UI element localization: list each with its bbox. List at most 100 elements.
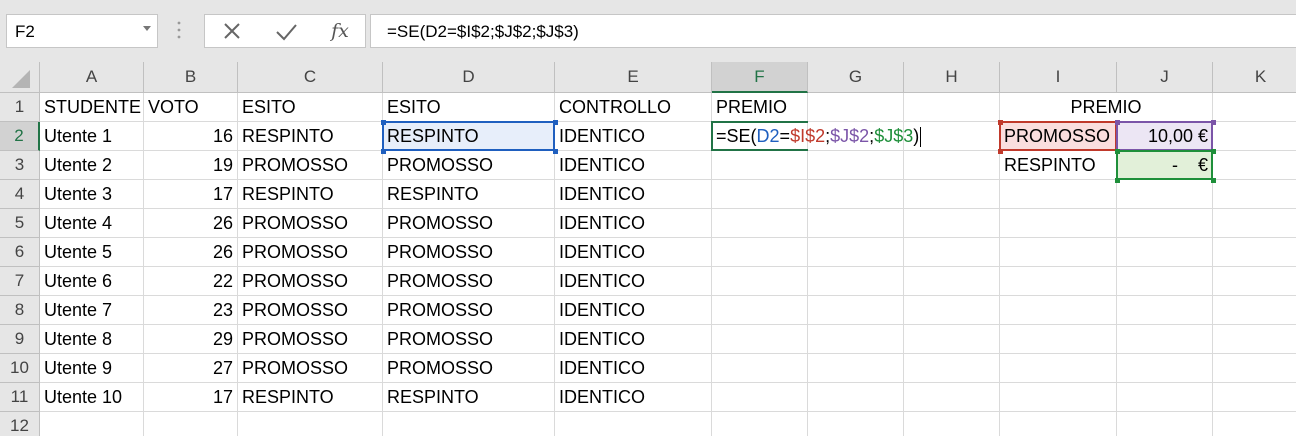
table-row-voto[interactable]: 19 <box>144 151 238 180</box>
cell-j8[interactable] <box>1117 296 1213 325</box>
cell-i10[interactable] <box>1000 354 1117 383</box>
row-header-5[interactable]: 5 <box>0 209 40 238</box>
table-row-voto[interactable]: 22 <box>144 267 238 296</box>
lookup-premio-respinto[interactable]: - € <box>1117 151 1213 180</box>
table-row-controllo[interactable]: IDENTICO <box>555 296 712 325</box>
cell-j9[interactable] <box>1117 325 1213 354</box>
table-row-controllo[interactable]: IDENTICO <box>555 151 712 180</box>
table-row-name[interactable]: Utente 4 <box>40 209 144 238</box>
cell-g12[interactable] <box>808 412 904 436</box>
row-header-9[interactable]: 9 <box>0 325 40 354</box>
lookup-premio-promosso[interactable]: 10,00 € <box>1117 122 1213 151</box>
table-row-esito[interactable]: RESPINTO <box>238 180 383 209</box>
table-row-voto[interactable]: 23 <box>144 296 238 325</box>
cell-f9[interactable] <box>712 325 808 354</box>
cancel-icon[interactable] <box>219 20 245 44</box>
cell-a12[interactable] <box>40 412 144 436</box>
table-row-esito-check[interactable]: PROMOSSO <box>383 151 555 180</box>
cell-h11[interactable] <box>904 383 1000 412</box>
cell-f6[interactable] <box>712 238 808 267</box>
cell-k9[interactable] <box>1213 325 1296 354</box>
table-row-voto[interactable]: 26 <box>144 209 238 238</box>
row-header-11[interactable]: 11 <box>0 383 40 412</box>
table-row-voto[interactable]: 17 <box>144 180 238 209</box>
table-row-voto[interactable]: 29 <box>144 325 238 354</box>
table-row-esito[interactable]: PROMOSSO <box>238 267 383 296</box>
cell-f1[interactable]: PREMIO <box>712 93 808 122</box>
table-row-esito-check[interactable]: RESPINTO <box>383 383 555 412</box>
check-icon[interactable] <box>273 20 299 44</box>
cell-k5[interactable] <box>1213 209 1296 238</box>
table-row-controllo[interactable]: IDENTICO <box>555 209 712 238</box>
cell-j7[interactable] <box>1117 267 1213 296</box>
cell-g3[interactable] <box>808 151 904 180</box>
table-row-esito[interactable]: RESPINTO <box>238 122 383 151</box>
cell-k1[interactable] <box>1213 93 1296 122</box>
cell-f3[interactable] <box>712 151 808 180</box>
table-row-voto[interactable]: 27 <box>144 354 238 383</box>
active-cell-editor[interactable]: =SE(D2=$I$2;$J$2;$J$3) <box>712 122 922 151</box>
cell-g7[interactable] <box>808 267 904 296</box>
table-row-esito[interactable]: PROMOSSO <box>238 354 383 383</box>
formula-input[interactable]: =SE(D2=$I$2;$J$2;$J$3) <box>370 14 1296 48</box>
cell-h1[interactable] <box>904 93 1000 122</box>
table-row-esito-check[interactable]: PROMOSSO <box>383 325 555 354</box>
table-row-esito[interactable]: PROMOSSO <box>238 296 383 325</box>
cell-c12[interactable] <box>238 412 383 436</box>
row-header-7[interactable]: 7 <box>0 267 40 296</box>
cell-a1[interactable]: STUDENTE <box>40 93 144 122</box>
cell-g1[interactable] <box>808 93 904 122</box>
row-header-4[interactable]: 4 <box>0 180 40 209</box>
cell-g5[interactable] <box>808 209 904 238</box>
cell-b1[interactable]: VOTO <box>144 93 238 122</box>
cell-g4[interactable] <box>808 180 904 209</box>
row-header-3[interactable]: 3 <box>0 151 40 180</box>
table-row-esito-check[interactable]: PROMOSSO <box>383 354 555 383</box>
cell-b12[interactable] <box>144 412 238 436</box>
cell-h9[interactable] <box>904 325 1000 354</box>
cell-h7[interactable] <box>904 267 1000 296</box>
table-row-name[interactable]: Utente 7 <box>40 296 144 325</box>
table-row-name[interactable]: Utente 3 <box>40 180 144 209</box>
column-header-j[interactable]: J <box>1117 62 1213 93</box>
table-row-esito[interactable]: PROMOSSO <box>238 209 383 238</box>
column-header-d[interactable]: D <box>383 62 555 93</box>
cell-d1[interactable]: ESITO <box>383 93 555 122</box>
cell-g9[interactable] <box>808 325 904 354</box>
cell-i4[interactable] <box>1000 180 1117 209</box>
select-all-button[interactable] <box>0 62 40 93</box>
column-header-i[interactable]: I <box>1000 62 1117 93</box>
table-row-esito-check[interactable]: PROMOSSO <box>383 238 555 267</box>
cell-i8[interactable] <box>1000 296 1117 325</box>
row-header-6[interactable]: 6 <box>0 238 40 267</box>
cell-i1-j1-merged[interactable]: PREMIO <box>1000 93 1213 122</box>
column-header-c[interactable]: C <box>238 62 383 93</box>
name-box-value[interactable]: F2 <box>15 22 35 42</box>
cell-k12[interactable] <box>1213 412 1296 436</box>
row-header-10[interactable]: 10 <box>0 354 40 383</box>
cell-h10[interactable] <box>904 354 1000 383</box>
column-header-a[interactable]: A <box>40 62 144 93</box>
cell-j6[interactable] <box>1117 238 1213 267</box>
cell-i7[interactable] <box>1000 267 1117 296</box>
table-row-esito-check[interactable]: RESPINTO <box>383 180 555 209</box>
table-row-name[interactable]: Utente 2 <box>40 151 144 180</box>
lookup-label-promosso[interactable]: PROMOSSO <box>1000 122 1117 151</box>
formula-text[interactable]: =SE(D2=$I$2;$J$2;$J$3) <box>387 22 579 42</box>
table-row-name[interactable]: Utente 6 <box>40 267 144 296</box>
cell-i9[interactable] <box>1000 325 1117 354</box>
cell-j11[interactable] <box>1117 383 1213 412</box>
table-row-esito-check[interactable]: RESPINTO <box>383 122 555 151</box>
cell-c1[interactable]: ESITO <box>238 93 383 122</box>
table-row-controllo[interactable]: IDENTICO <box>555 238 712 267</box>
table-row-controllo[interactable]: IDENTICO <box>555 383 712 412</box>
column-header-f[interactable]: F <box>712 62 808 93</box>
cell-i6[interactable] <box>1000 238 1117 267</box>
insert-function-button[interactable]: fx <box>327 20 353 44</box>
cell-i5[interactable] <box>1000 209 1117 238</box>
column-header-g[interactable]: G <box>808 62 904 93</box>
table-row-esito[interactable]: RESPINTO <box>238 383 383 412</box>
table-row-esito-check[interactable]: PROMOSSO <box>383 267 555 296</box>
cell-g8[interactable] <box>808 296 904 325</box>
cell-g11[interactable] <box>808 383 904 412</box>
